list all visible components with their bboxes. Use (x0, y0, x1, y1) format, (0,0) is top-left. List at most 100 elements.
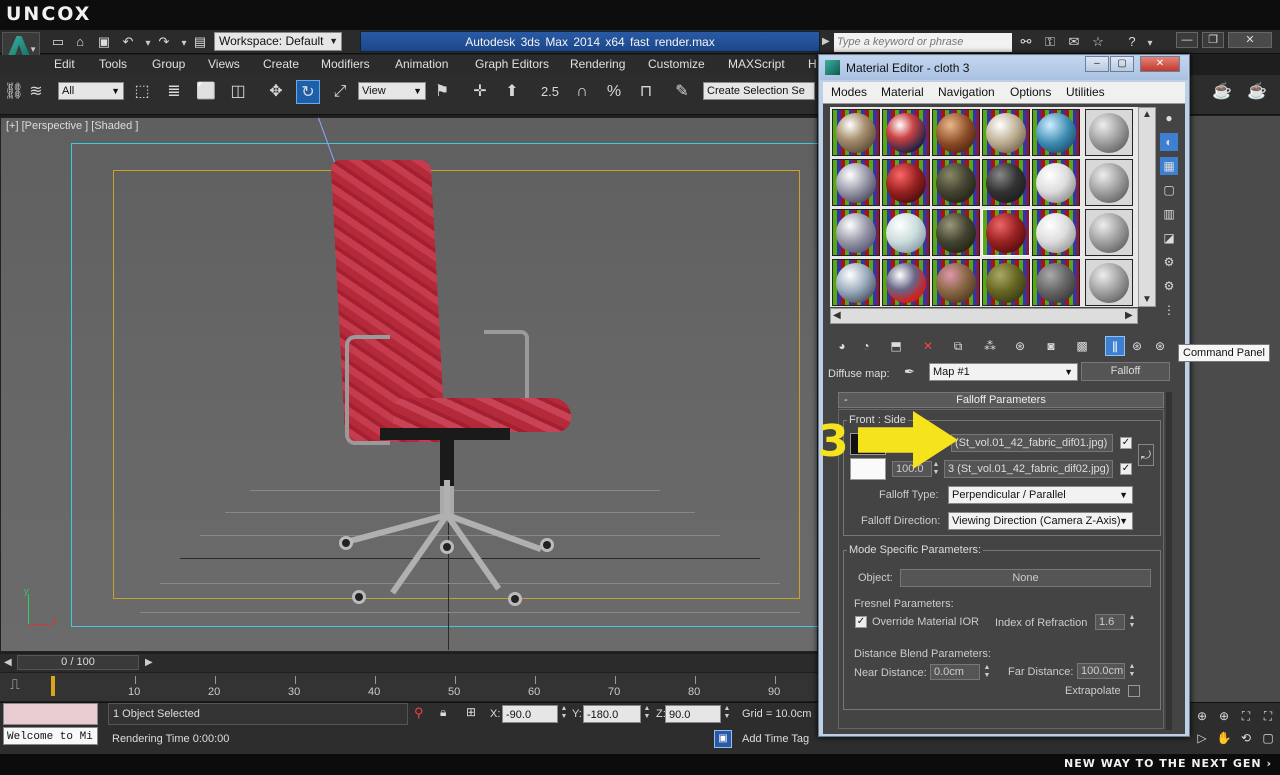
sample-slot[interactable] (1032, 109, 1080, 156)
sample-slot[interactable] (832, 159, 880, 206)
scroll-left-icon[interactable]: ◀ (833, 310, 841, 321)
sample-slot[interactable] (982, 159, 1030, 206)
show-map-in-viewport-icon[interactable]: ▩ (1072, 336, 1092, 356)
x-coordinate-field[interactable]: -90.0 (502, 705, 558, 723)
percent-snap-icon[interactable]: % (602, 80, 626, 104)
sample-uv-tiling-icon[interactable]: ▢ (1160, 181, 1178, 199)
binoculars-icon[interactable]: ⚯ (1018, 34, 1034, 50)
material-id-channel-icon[interactable]: ◙ (1041, 336, 1061, 356)
select-by-material-icon[interactable]: ⚙ (1160, 277, 1178, 295)
close-button[interactable]: ✕ (1228, 32, 1272, 48)
chair-seat[interactable] (393, 398, 571, 432)
me-panel-scrollbar[interactable] (1166, 392, 1172, 730)
sample-slot[interactable] (932, 159, 980, 206)
sample-slot[interactable] (1085, 159, 1133, 206)
sample-slot[interactable] (1032, 159, 1080, 206)
isolate-selection-icon[interactable]: ⚲ (414, 705, 424, 721)
menu-create[interactable]: Create (263, 57, 299, 71)
go-forward-sibling-icon[interactable]: ⊛ (1150, 336, 1170, 356)
curve-editor-icon[interactable]: ⎍ (10, 676, 32, 696)
go-to-parent-icon[interactable]: ⊛ (1127, 336, 1147, 356)
new-file-icon[interactable]: ▭ (50, 34, 66, 50)
redo-icon[interactable]: ↷ (156, 34, 172, 50)
me-menu-navigation[interactable]: Navigation (938, 85, 995, 99)
assign-material-icon[interactable]: ⬒ (886, 336, 906, 356)
map-name-dropdown[interactable]: Map #1 ▼ (929, 363, 1078, 381)
side-map-checkbox[interactable]: ✓ (1120, 463, 1132, 475)
restore-button[interactable]: ❐ (1202, 32, 1224, 48)
front-map-button[interactable]: (St_vol.01_42_fabric_dif01.jpg) (951, 434, 1113, 452)
maxscript-prompt[interactable]: Welcome to Mi (3, 727, 98, 745)
reference-coordinate-dropdown[interactable]: View ▼ (358, 82, 426, 100)
redo-dropdown-icon[interactable]: ▾ (176, 36, 192, 52)
menu-views[interactable]: Views (208, 57, 240, 71)
zoom-extents-all-icon[interactable]: ⛶ (1258, 706, 1278, 726)
me-menu-modes[interactable]: Modes (831, 85, 867, 99)
spinner-arrows-icon[interactable]: ▲ ▼ (1128, 663, 1136, 679)
field-of-view-icon[interactable]: ▷ (1192, 728, 1212, 748)
sample-slot[interactable] (1032, 259, 1080, 306)
keyboard-shortcut-override-icon[interactable]: ⬆ (500, 80, 524, 104)
side-color-swatch[interactable] (850, 458, 886, 480)
project-folder-icon[interactable]: ▤ (192, 34, 208, 50)
options-icon[interactable]: ⚙ (1160, 253, 1178, 271)
workspace-dropdown[interactable]: Workspace: Default ▼ (214, 32, 342, 51)
menu-group[interactable]: Group (152, 57, 185, 71)
select-object-icon[interactable]: ⬚ (130, 80, 154, 104)
y-coordinate-field[interactable]: -180.0 (583, 705, 641, 723)
time-slider-handle[interactable]: 0 / 100 (17, 655, 139, 670)
menu-graph-editors[interactable]: Graph Editors (475, 57, 549, 71)
swap-colors-icon[interactable]: ⤾ (1138, 444, 1154, 466)
snaps-toggle-icon[interactable]: 2.5 (538, 80, 562, 104)
copy-material-icon[interactable]: ⧉ (948, 336, 968, 356)
side-amount-spinner[interactable]: 100.0 (892, 461, 932, 477)
spinner-snap-icon[interactable]: ⊓ (634, 80, 658, 104)
pan-hand-icon[interactable]: ✋ (1214, 728, 1234, 748)
me-menu-material[interactable]: Material (881, 85, 924, 99)
spinner-arrows-icon[interactable]: ▲ ▼ (983, 664, 991, 680)
falloff-direction-dropdown[interactable]: Viewing Direction (Camera Z-Axis) ▼ (948, 512, 1133, 530)
select-and-manipulate-icon[interactable]: ✛ (468, 80, 492, 104)
angle-snap-icon[interactable]: ∩ (570, 80, 594, 104)
named-selection-sets-dropdown[interactable]: Create Selection Se (703, 82, 815, 100)
front-map-checkbox[interactable]: ✓ (1120, 437, 1132, 449)
background-checker-icon[interactable]: ▦ (1160, 157, 1178, 175)
selection-filter-dropdown[interactable]: All ▼ (58, 82, 124, 100)
help-icon[interactable]: ? (1124, 34, 1140, 50)
render-setup-icon[interactable]: ☕ (1210, 80, 1234, 104)
sample-slot[interactable] (832, 259, 880, 306)
rotate-icon[interactable]: ↻ (296, 80, 320, 104)
get-material-icon[interactable]: ◕ (832, 336, 852, 356)
spinner-arrows-icon[interactable]: ▲ ▼ (1128, 614, 1136, 630)
menu-animation[interactable]: Animation (395, 57, 448, 71)
me-maximize-button[interactable]: ▢ (1110, 56, 1134, 72)
sample-slot[interactable] (882, 209, 930, 256)
favorites-star-icon[interactable]: ☆ (1090, 34, 1106, 50)
scale-icon[interactable]: ⤢ (328, 80, 352, 104)
absolute-mode-icon[interactable]: ⊞ (466, 705, 476, 719)
material-map-navigator-icon[interactable]: ⋮ (1160, 301, 1178, 319)
sample-slot[interactable] (1032, 209, 1080, 256)
make-unique-icon[interactable]: ⁂ (980, 336, 1000, 356)
window-crossing-icon[interactable]: ◫ (226, 80, 250, 104)
search-input[interactable]: Type a keyword or phrase (834, 33, 1012, 52)
menu-modifiers[interactable]: Modifiers (321, 57, 370, 71)
near-distance-spinner[interactable]: 0.0cm (930, 664, 980, 680)
scroll-right-icon[interactable]: ▶ (1125, 310, 1133, 321)
communication-icon[interactable]: ✉ (1066, 34, 1082, 50)
edit-named-selection-icon[interactable]: ✎ (670, 80, 694, 104)
subscription-key-icon[interactable]: ⚿ (1042, 34, 1058, 50)
rectangular-selection-icon[interactable]: ⬜ (194, 80, 218, 104)
help-dropdown-icon[interactable]: ▾ (1142, 36, 1158, 52)
spinner-arrows-icon[interactable]: ▲ ▼ (723, 705, 731, 721)
save-file-icon[interactable]: ▣ (96, 34, 112, 50)
reset-map-icon[interactable]: ✕ (918, 336, 938, 356)
sample-slot[interactable] (932, 109, 980, 156)
object-pick-button[interactable]: None (900, 569, 1151, 587)
maximize-viewport-icon[interactable]: ▢ (1258, 728, 1278, 748)
falloff-parameters-rollout-header[interactable]: - Falloff Parameters (838, 392, 1164, 408)
falloff-type-dropdown[interactable]: Perpendicular / Parallel ▼ (948, 486, 1133, 504)
scroll-down-icon[interactable]: ▼ (1142, 294, 1152, 305)
maxscript-listener-mini[interactable] (3, 703, 98, 725)
menu-maxscript[interactable]: MAXScript (728, 57, 785, 71)
